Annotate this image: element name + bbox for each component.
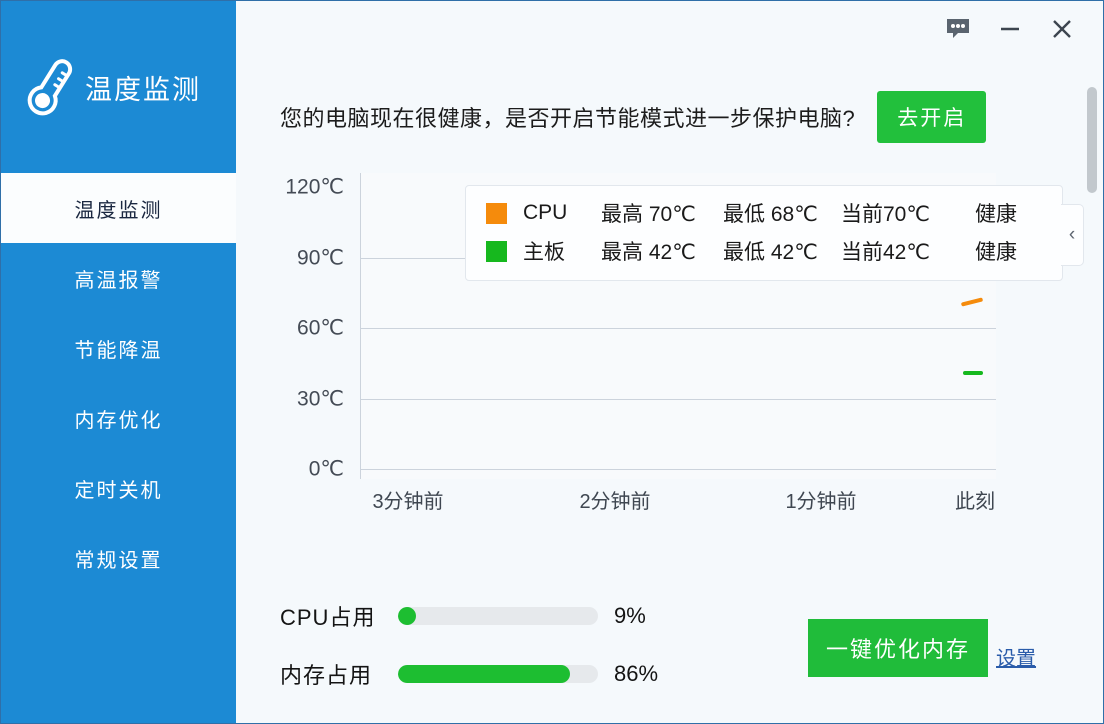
sidebar: 温度监测 温度监测 高温报警 节能降温 内存优化 定时关机 常规设置: [1, 1, 236, 723]
cpu-usage-fill: [398, 607, 416, 625]
legend-status-badge: 健康: [975, 198, 1017, 228]
chart-series-cpu: [961, 297, 983, 306]
optimize-memory-button[interactable]: 一键优化内存: [808, 619, 988, 677]
chart-x-axis: 3分钟前 2分钟前 1分钟前 此刻: [360, 485, 996, 525]
close-button[interactable]: [1039, 6, 1085, 52]
memory-usage-bar: [398, 665, 598, 683]
sidebar-item-label: 常规设置: [75, 544, 163, 573]
window-controls: [935, 1, 1103, 57]
x-axis-tick: 3分钟前: [372, 485, 443, 514]
x-axis-tick: 1分钟前: [785, 485, 856, 514]
legend-max-temp: 最高 70℃: [601, 198, 701, 228]
close-icon: [1049, 16, 1075, 42]
cpu-usage-label: CPU占用: [280, 600, 398, 632]
chart-legend: CPU 最高 70℃ 最低 68℃ 当前70℃ 健康 主板 最高 42℃ 最低 …: [465, 185, 1063, 281]
main-content: 您的电脑现在很健康，是否开启节能模式进一步保护电脑? 去开启 120℃ 90℃ …: [236, 1, 1103, 723]
banner-message: 您的电脑现在很健康，是否开启节能模式进一步保护电脑?: [280, 101, 855, 133]
sidebar-item-general-settings[interactable]: 常规设置: [1, 523, 236, 593]
sidebar-item-label: 节能降温: [75, 334, 163, 363]
chart-plot-area: CPU 最高 70℃ 最低 68℃ 当前70℃ 健康 主板 最高 42℃ 最低 …: [360, 173, 996, 479]
vertical-scrollbar[interactable]: [1086, 59, 1098, 715]
enable-power-save-button[interactable]: 去开启: [877, 91, 986, 143]
legend-color-swatch: [486, 203, 507, 224]
sidebar-item-high-temp-alarm[interactable]: 高温报警: [1, 243, 236, 313]
legend-color-swatch: [486, 241, 507, 262]
legend-min-temp: 最低 68℃: [723, 198, 819, 228]
memory-usage-label: 内存占用: [280, 658, 398, 690]
legend-status-badge: 健康: [975, 236, 1017, 266]
thermometer-icon: [23, 50, 79, 124]
minimize-icon: [997, 16, 1023, 42]
sidebar-item-memory-optimize[interactable]: 内存优化: [1, 383, 236, 453]
memory-usage-row: 内存占用 86%: [280, 651, 700, 697]
chart-gridline: [361, 399, 996, 400]
y-axis-tick: 60℃: [297, 316, 344, 341]
memory-usage-fill: [398, 665, 570, 683]
sidebar-item-label: 定时关机: [75, 474, 163, 503]
legend-series-name: 主板: [523, 236, 601, 266]
scrollbar-thumb[interactable]: [1087, 87, 1097, 193]
x-axis-tick: 此刻: [955, 485, 995, 514]
y-axis-tick: 0℃: [309, 457, 344, 482]
cpu-usage-row: CPU占用 9%: [280, 593, 700, 639]
usage-meters: CPU占用 9% 内存占用 86%: [280, 593, 700, 709]
legend-current-temp: 当前42℃: [841, 236, 953, 266]
legend-min-temp: 最低 42℃: [723, 236, 819, 266]
feedback-button[interactable]: [935, 6, 981, 52]
chart-y-axis: 120℃ 90℃ 60℃ 30℃ 0℃: [260, 173, 352, 479]
cpu-usage-bar: [398, 607, 598, 625]
speech-bubble-icon: [945, 17, 971, 41]
y-axis-tick: 90℃: [297, 246, 344, 271]
legend-current-temp: 当前70℃: [841, 198, 953, 228]
sidebar-item-label: 温度监测: [75, 194, 163, 223]
chart-gridline: [361, 469, 996, 470]
sidebar-item-scheduled-shutdown[interactable]: 定时关机: [1, 453, 236, 523]
chevron-left-icon[interactable]: ‹: [1061, 204, 1084, 266]
optimize-settings-link[interactable]: 设置: [996, 642, 1036, 671]
legend-max-temp: 最高 42℃: [601, 236, 701, 266]
chart-series-mainboard: [963, 371, 983, 375]
chart-gridline: [361, 328, 996, 329]
optimize-area: 一键优化内存 设置: [808, 619, 1036, 677]
sidebar-item-temperature-monitor[interactable]: 温度监测: [1, 173, 236, 243]
sidebar-item-label: 高温报警: [75, 264, 163, 293]
app-title: 温度监测: [85, 68, 201, 107]
application-window: 温度监测 温度监测 高温报警 节能降温 内存优化 定时关机 常规设置: [0, 0, 1104, 724]
cpu-usage-value: 9%: [614, 603, 646, 629]
y-axis-tick: 30℃: [297, 387, 344, 412]
memory-usage-value: 86%: [614, 661, 658, 687]
sidebar-item-power-save-cooling[interactable]: 节能降温: [1, 313, 236, 383]
legend-series-name: CPU: [523, 201, 601, 225]
sidebar-item-label: 内存优化: [75, 404, 163, 433]
legend-row: CPU 最高 70℃ 最低 68℃ 当前70℃ 健康: [466, 194, 1062, 232]
y-axis-tick: 120℃: [285, 175, 344, 200]
temperature-chart: 120℃ 90℃ 60℃ 30℃ 0℃ CPU 最高 70℃: [260, 173, 1020, 533]
minimize-button[interactable]: [987, 6, 1033, 52]
health-banner: 您的电脑现在很健康，是否开启节能模式进一步保护电脑? 去开启: [280, 89, 1055, 145]
legend-row: 主板 最高 42℃ 最低 42℃ 当前42℃ 健康: [466, 232, 1062, 270]
app-brand: 温度监测: [1, 1, 236, 173]
x-axis-tick: 2分钟前: [579, 485, 650, 514]
